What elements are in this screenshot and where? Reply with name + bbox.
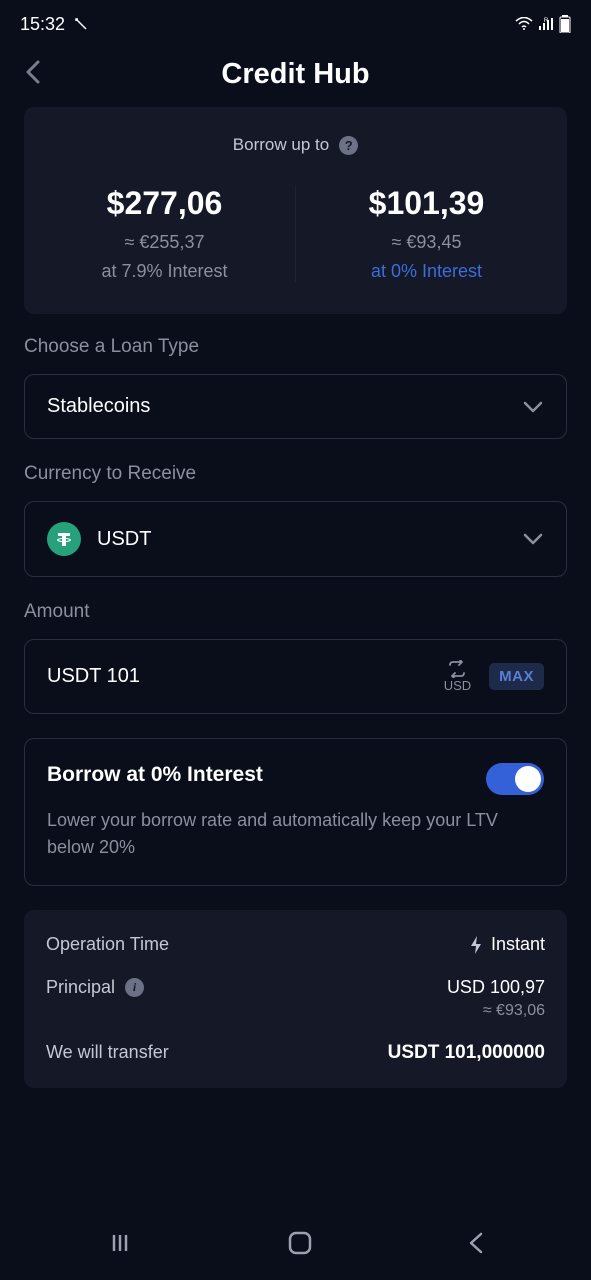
- borrow-up-to-label: Borrow up to ?: [44, 135, 547, 155]
- swap-icon: [446, 660, 468, 678]
- borrow-limit-card: Borrow up to ? $277,06 ≈ €255,37 at 7.9%…: [24, 107, 567, 314]
- chevron-down-icon: [522, 400, 544, 414]
- toggle-title: Borrow at 0% Interest: [47, 763, 263, 787]
- wifi-icon: [515, 17, 533, 31]
- nav-recent-button[interactable]: [107, 1230, 133, 1261]
- borrow-interest-primary: at 7.9% Interest: [44, 261, 285, 282]
- page-title: Credit Hub: [24, 58, 567, 91]
- currency-label: Currency to Receive: [24, 463, 567, 485]
- status-bar: 15:32 R: [0, 0, 591, 40]
- transfer-label: We will transfer: [46, 1042, 169, 1063]
- currency-switch-button[interactable]: USD: [444, 660, 471, 693]
- borrow-approx-zero: ≈ €93,45: [306, 232, 547, 253]
- chevron-down-icon: [522, 532, 544, 546]
- borrow-amount-zero: $101,39: [306, 185, 547, 222]
- zero-interest-toggle-box: Borrow at 0% Interest Lower your borrow …: [24, 738, 567, 886]
- principal-approx: ≈ €93,06: [447, 1002, 545, 1020]
- back-button[interactable]: [24, 58, 42, 91]
- amount-input[interactable]: USDT 101 USD MAX: [24, 639, 567, 714]
- zero-interest-switch[interactable]: [486, 763, 544, 795]
- header: Credit Hub: [0, 40, 591, 107]
- battery-icon: [559, 15, 571, 33]
- borrow-option-interest[interactable]: $277,06 ≈ €255,37 at 7.9% Interest: [44, 185, 296, 282]
- help-icon[interactable]: ?: [339, 136, 358, 155]
- info-icon[interactable]: i: [125, 978, 144, 997]
- signal-icon: R: [537, 17, 555, 31]
- currency-value: USDT: [97, 528, 151, 551]
- principal-label: Principal i: [46, 977, 144, 998]
- android-nav-bar: [0, 1210, 591, 1280]
- nav-back-button[interactable]: [467, 1230, 485, 1261]
- borrow-option-zero[interactable]: $101,39 ≈ €93,45 at 0% Interest: [296, 185, 547, 282]
- borrow-interest-zero: at 0% Interest: [306, 261, 547, 282]
- borrow-amount-primary: $277,06: [44, 185, 285, 222]
- loan-type-label: Choose a Loan Type: [24, 336, 567, 358]
- lightning-icon: [469, 935, 483, 955]
- amount-value: USDT 101: [47, 665, 140, 688]
- nav-home-button[interactable]: [286, 1229, 314, 1262]
- loan-type-value: Stablecoins: [47, 395, 150, 418]
- notification-icon: [73, 16, 89, 32]
- summary-card: Operation Time Instant Principal i USD 1…: [24, 910, 567, 1088]
- operation-time-value: Instant: [491, 934, 545, 955]
- operation-time-label: Operation Time: [46, 934, 169, 955]
- principal-value: USD 100,97: [447, 977, 545, 998]
- loan-type-select[interactable]: Stablecoins: [24, 374, 567, 439]
- status-left: 15:32: [20, 14, 89, 35]
- amount-label: Amount: [24, 601, 567, 623]
- max-button[interactable]: MAX: [489, 663, 544, 690]
- borrow-approx-primary: ≈ €255,37: [44, 232, 285, 253]
- transfer-value: USDT 101,000000: [388, 1042, 545, 1064]
- status-time: 15:32: [20, 14, 65, 35]
- status-right: R: [515, 15, 571, 33]
- currency-select[interactable]: USDT: [24, 501, 567, 577]
- toggle-description: Lower your borrow rate and automatically…: [47, 807, 544, 861]
- tether-icon: [47, 522, 81, 556]
